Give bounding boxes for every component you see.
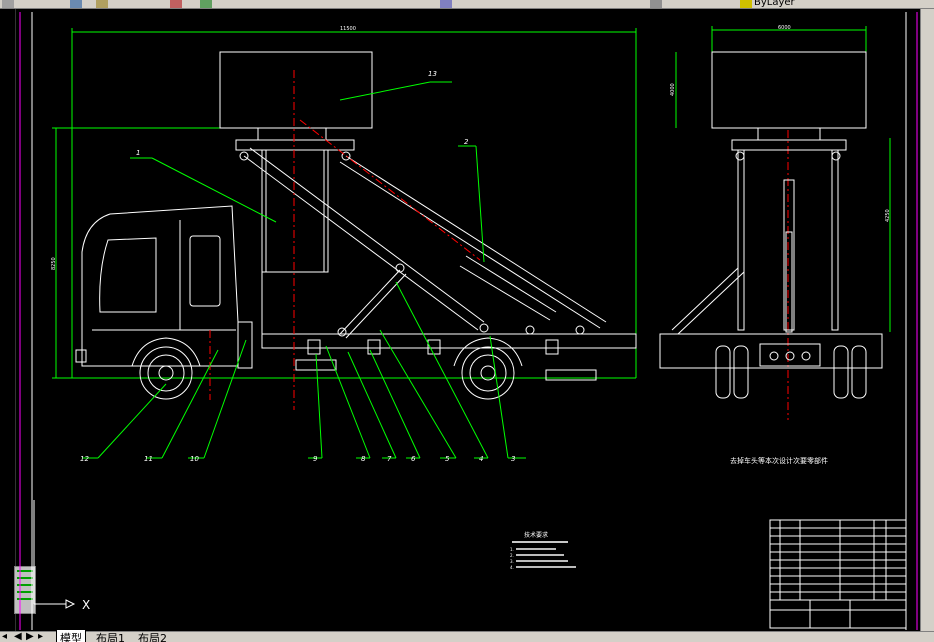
lift-arms (243, 147, 607, 339)
tab-last-icon[interactable]: ▸ (38, 631, 43, 642)
tab-prev-icon[interactable]: ◀ (14, 631, 22, 642)
tab-model[interactable]: 模型 (56, 630, 86, 642)
callout-9: 9 (313, 455, 318, 463)
left-strip (0, 9, 16, 631)
part-callouts: 1 2 3 4 5 6 7 8 9 10 11 12 13 (80, 70, 515, 463)
svg-text:1.: 1. (510, 547, 514, 552)
leader-lines (82, 81, 526, 459)
layout-tab-bar: ◂ ◀ ▶ ▸ 模型 布局1 布局2 (0, 630, 934, 642)
dim-overall-height: 8250 (51, 257, 57, 270)
cab-window (99, 237, 157, 313)
dim-side-height-top: 4000 (670, 83, 676, 96)
svg-text:2.: 2. (510, 553, 514, 558)
dimension-lines (52, 28, 637, 379)
tab-layout1[interactable]: 布局1 (96, 630, 125, 642)
svg-text:技术要求: 技术要求 (524, 531, 548, 539)
front-wheel (131, 337, 201, 400)
drawing-area[interactable]: 11500 8250 1 2 3 4 5 6 7 8 9 10 11 12 13… (16, 9, 920, 631)
callout-10: 10 (190, 455, 199, 463)
layer-icon[interactable] (70, 0, 82, 8)
zoom-icon[interactable] (440, 0, 452, 8)
design-note: 去掉车头等本次设计次要零部件 (730, 456, 828, 465)
tech-requirements: 技术要求 1. 2. 3. 4. (510, 531, 576, 570)
dim-overall-length: 11500 (340, 26, 356, 32)
callout-13: 13 (428, 70, 437, 78)
svg-text:4.: 4. (510, 565, 514, 570)
callout-11: 11 (144, 455, 153, 463)
callout-1: 1 (136, 149, 140, 157)
callout-7: 7 (387, 455, 392, 463)
callout-4: 4 (479, 455, 483, 463)
callout-6: 6 (411, 455, 416, 463)
vertical-scrollbar[interactable] (920, 9, 934, 631)
rear-wheel (453, 337, 523, 400)
rear-view (659, 51, 883, 399)
led-screen (219, 51, 373, 129)
truck-cab (81, 205, 239, 367)
undo-icon[interactable] (2, 0, 14, 8)
dim-side-height-right: 4250 (885, 209, 891, 222)
linetype-icon[interactable] (200, 0, 212, 8)
ucs-x-label: X (82, 598, 90, 612)
tab-first-icon[interactable]: ◂ (2, 631, 7, 642)
dim-side-width: 6000 (778, 25, 791, 31)
mount-plate (235, 139, 355, 151)
tab-next-icon[interactable]: ▶ (26, 631, 34, 642)
callout-2: 2 (464, 138, 469, 146)
top-toolbar: ByLayer (0, 0, 934, 9)
callout-12: 12 (80, 455, 89, 463)
callout-8: 8 (361, 455, 366, 463)
cad-drawing: 11500 8250 1 2 3 4 5 6 7 8 9 10 11 12 13… (19, 12, 918, 630)
svg-text:3.: 3. (510, 559, 514, 564)
layer-state-icon[interactable] (650, 0, 662, 8)
tab-layout2[interactable]: 布局2 (138, 630, 167, 642)
callout-3: 3 (511, 455, 515, 463)
color-icon[interactable] (170, 0, 182, 8)
ucs-icon (33, 500, 76, 609)
layer-label: ByLayer (754, 0, 795, 8)
properties-icon[interactable] (96, 0, 108, 8)
layer-dropdown[interactable] (740, 0, 752, 8)
title-block (769, 519, 907, 629)
callout-5: 5 (445, 455, 450, 463)
chassis-frame (261, 333, 637, 349)
